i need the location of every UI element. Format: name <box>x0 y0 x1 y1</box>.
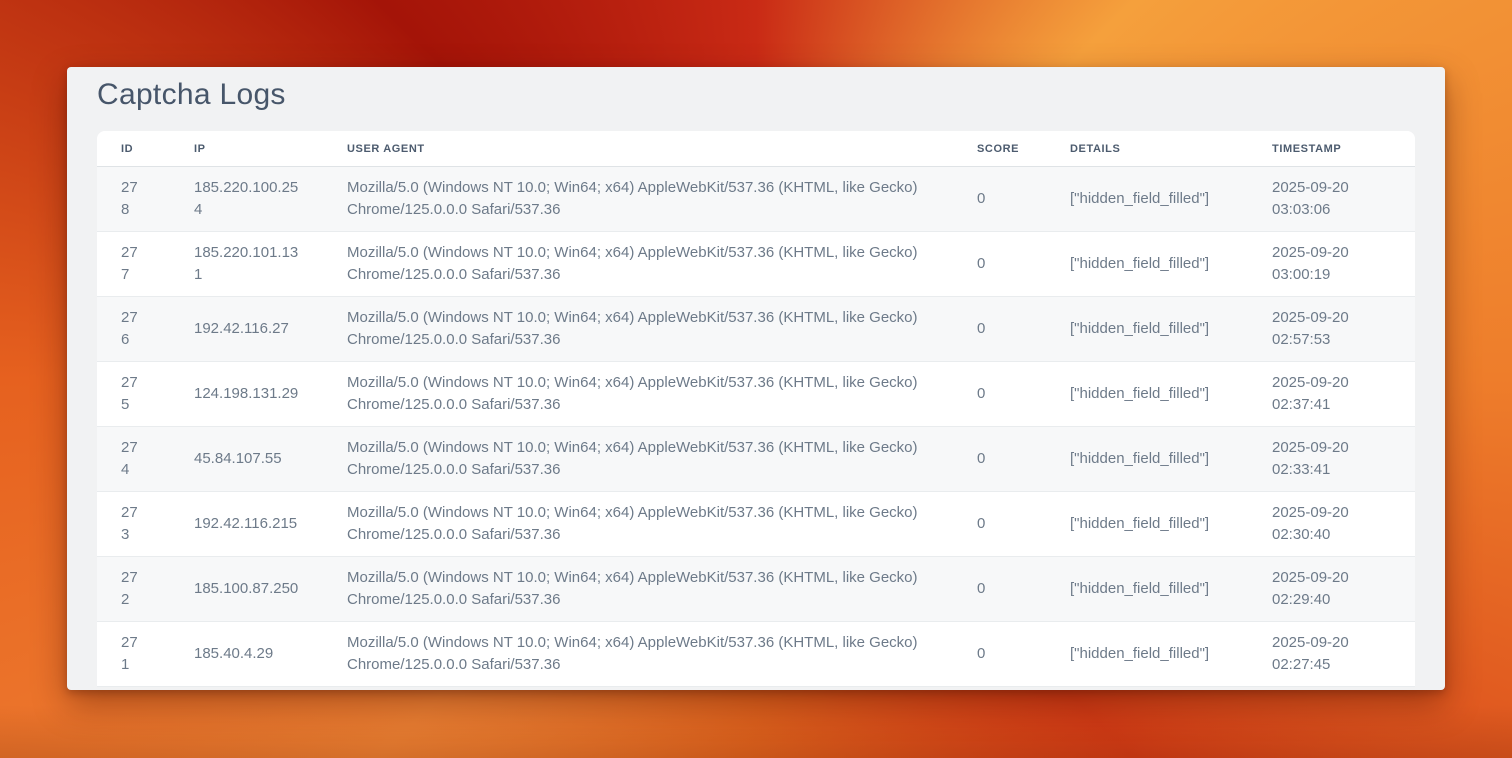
cell-details: ["hidden_field_filled"] <box>1046 232 1248 297</box>
column-header-score: SCORE <box>953 131 1046 167</box>
cell-id: 274 <box>97 427 170 492</box>
table-row: 273192.42.116.215Mozilla/5.0 (Windows NT… <box>97 492 1415 557</box>
cell-user_agent: Mozilla/5.0 (Windows NT 10.0; Win64; x64… <box>323 622 953 687</box>
column-header-id: ID <box>97 131 170 167</box>
table-row: 27445.84.107.55Mozilla/5.0 (Windows NT 1… <box>97 427 1415 492</box>
cell-score: 0 <box>953 297 1046 362</box>
table-body: 278185.220.100.254Mozilla/5.0 (Windows N… <box>97 167 1415 687</box>
cell-details: ["hidden_field_filled"] <box>1046 297 1248 362</box>
cell-score: 0 <box>953 167 1046 232</box>
cell-score: 0 <box>953 622 1046 687</box>
cell-score: 0 <box>953 362 1046 427</box>
table-row: 276192.42.116.27Mozilla/5.0 (Windows NT … <box>97 297 1415 362</box>
cell-ip: 185.220.101.131 <box>170 232 323 297</box>
page-card: Captcha Logs IDIPUSER AGENTSCOREDETAILST… <box>67 67 1445 690</box>
cell-timestamp: 2025-09-20 03:03:06 <box>1248 167 1415 232</box>
cell-id: 276 <box>97 297 170 362</box>
table-row: 271185.40.4.29Mozilla/5.0 (Windows NT 10… <box>97 622 1415 687</box>
cell-ip: 185.40.4.29 <box>170 622 323 687</box>
captcha-logs-table: IDIPUSER AGENTSCOREDETAILSTIMESTAMP 2781… <box>97 131 1415 687</box>
column-header-ip: IP <box>170 131 323 167</box>
column-header-user_agent: USER AGENT <box>323 131 953 167</box>
cell-user_agent: Mozilla/5.0 (Windows NT 10.0; Win64; x64… <box>323 427 953 492</box>
cell-id: 271 <box>97 622 170 687</box>
cell-user_agent: Mozilla/5.0 (Windows NT 10.0; Win64; x64… <box>323 362 953 427</box>
cell-details: ["hidden_field_filled"] <box>1046 622 1248 687</box>
cell-details: ["hidden_field_filled"] <box>1046 492 1248 557</box>
cell-timestamp: 2025-09-20 02:27:45 <box>1248 622 1415 687</box>
table-row: 277185.220.101.131Mozilla/5.0 (Windows N… <box>97 232 1415 297</box>
table-row: 275124.198.131.29Mozilla/5.0 (Windows NT… <box>97 362 1415 427</box>
cell-ip: 192.42.116.27 <box>170 297 323 362</box>
page-title: Captcha Logs <box>97 77 1415 113</box>
cell-details: ["hidden_field_filled"] <box>1046 167 1248 232</box>
cell-timestamp: 2025-09-20 02:57:53 <box>1248 297 1415 362</box>
cell-timestamp: 2025-09-20 02:30:40 <box>1248 492 1415 557</box>
table-row: 278185.220.100.254Mozilla/5.0 (Windows N… <box>97 167 1415 232</box>
cell-id: 273 <box>97 492 170 557</box>
cell-timestamp: 2025-09-20 02:37:41 <box>1248 362 1415 427</box>
cell-user_agent: Mozilla/5.0 (Windows NT 10.0; Win64; x64… <box>323 167 953 232</box>
cell-user_agent: Mozilla/5.0 (Windows NT 10.0; Win64; x64… <box>323 297 953 362</box>
cell-timestamp: 2025-09-20 03:00:19 <box>1248 232 1415 297</box>
cell-id: 272 <box>97 557 170 622</box>
cell-ip: 185.100.87.250 <box>170 557 323 622</box>
column-header-timestamp: TIMESTAMP <box>1248 131 1415 167</box>
table-row: 272185.100.87.250Mozilla/5.0 (Windows NT… <box>97 557 1415 622</box>
cell-user_agent: Mozilla/5.0 (Windows NT 10.0; Win64; x64… <box>323 492 953 557</box>
table-header-row: IDIPUSER AGENTSCOREDETAILSTIMESTAMP <box>97 131 1415 167</box>
cell-ip: 124.198.131.29 <box>170 362 323 427</box>
gradient-background: { "page": { "title": "Captcha Logs" }, "… <box>0 0 1512 758</box>
cell-user_agent: Mozilla/5.0 (Windows NT 10.0; Win64; x64… <box>323 232 953 297</box>
cell-details: ["hidden_field_filled"] <box>1046 557 1248 622</box>
cell-timestamp: 2025-09-20 02:29:40 <box>1248 557 1415 622</box>
cell-score: 0 <box>953 232 1046 297</box>
table-header: IDIPUSER AGENTSCOREDETAILSTIMESTAMP <box>97 131 1415 167</box>
cell-score: 0 <box>953 427 1046 492</box>
cell-timestamp: 2025-09-20 02:33:41 <box>1248 427 1415 492</box>
column-header-details: DETAILS <box>1046 131 1248 167</box>
cell-id: 277 <box>97 232 170 297</box>
cell-id: 278 <box>97 167 170 232</box>
cell-ip: 45.84.107.55 <box>170 427 323 492</box>
cell-details: ["hidden_field_filled"] <box>1046 427 1248 492</box>
cell-user_agent: Mozilla/5.0 (Windows NT 10.0; Win64; x64… <box>323 557 953 622</box>
cell-details: ["hidden_field_filled"] <box>1046 362 1248 427</box>
cell-ip: 192.42.116.215 <box>170 492 323 557</box>
cell-score: 0 <box>953 557 1046 622</box>
cell-score: 0 <box>953 492 1046 557</box>
cell-ip: 185.220.100.254 <box>170 167 323 232</box>
cell-id: 275 <box>97 362 170 427</box>
